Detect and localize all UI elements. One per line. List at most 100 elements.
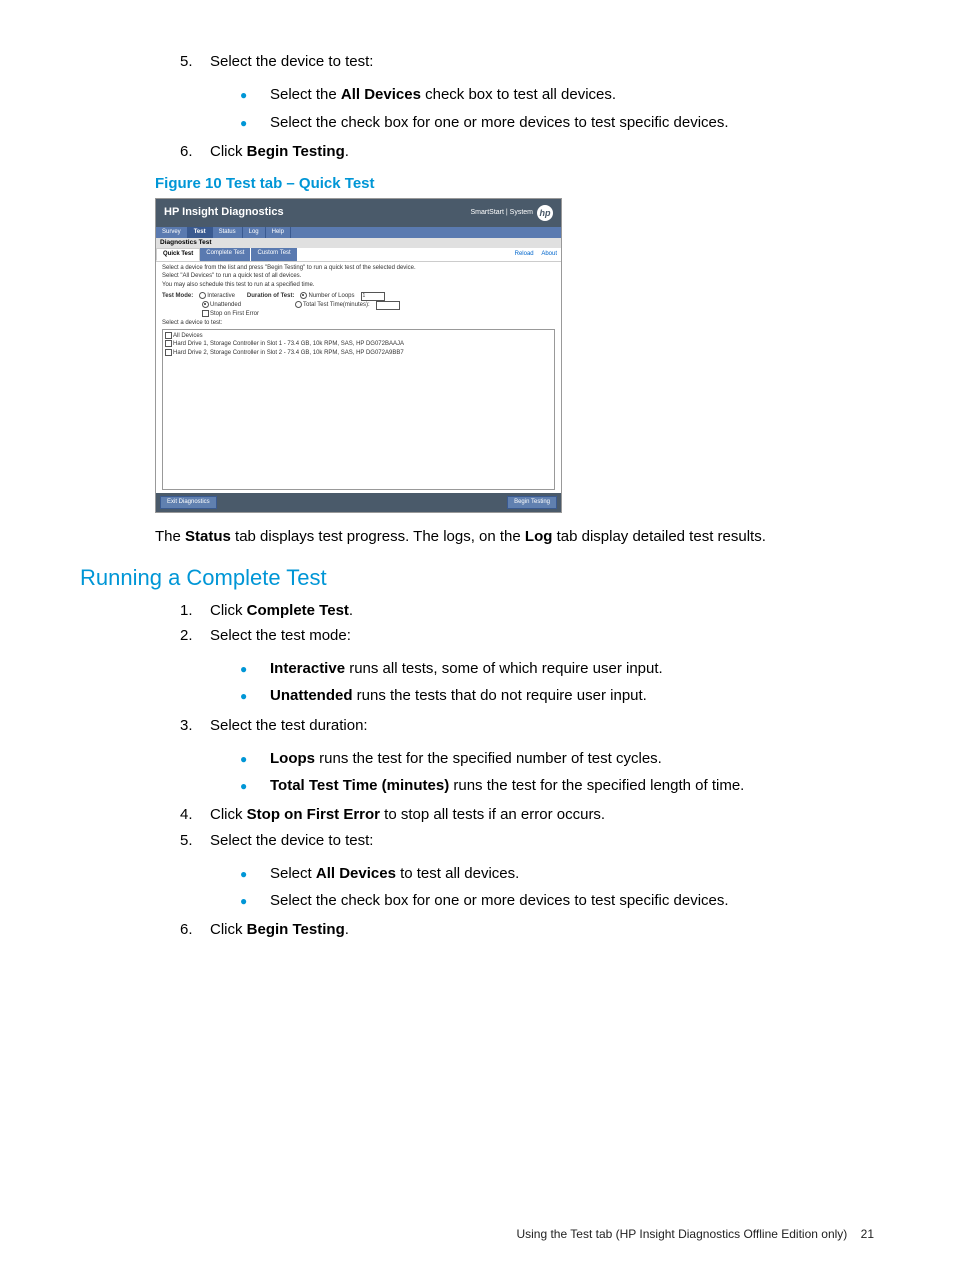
main-tabs: Survey Test Status Log Help — [156, 227, 561, 238]
tab-help[interactable]: Help — [266, 227, 291, 238]
bullet-icon: ● — [240, 889, 270, 912]
list-text: Select All Devices to test all devices. — [270, 862, 519, 885]
list-item: 1. Click Complete Test. — [180, 599, 874, 622]
bullet-icon: ● — [240, 862, 270, 885]
link-reload[interactable]: Reload — [515, 251, 534, 257]
list-item: ● Loops runs the test for the specified … — [240, 747, 874, 770]
list-item: ● Unattended runs the tests that do not … — [240, 684, 874, 707]
list-text: Select the check box for one or more dev… — [270, 111, 729, 134]
loops-input[interactable]: 1 — [361, 292, 385, 301]
tab-log[interactable]: Log — [243, 227, 266, 238]
list-item: ● Interactive runs all tests, some of wh… — [240, 657, 874, 680]
time-input[interactable] — [376, 301, 400, 310]
tab-test[interactable]: Test — [188, 227, 213, 238]
list-item: 3. Select the test duration: — [180, 714, 874, 737]
tab-status[interactable]: Status — [213, 227, 243, 238]
list-item: 2. Select the test mode: — [180, 624, 874, 647]
exit-diagnostics-button[interactable]: Exit Diagnostics — [160, 496, 217, 509]
link-about[interactable]: About — [541, 251, 557, 257]
list-item: ● Total Test Time (minutes) runs the tes… — [240, 774, 874, 797]
instruction-text: Select a device from the list and press … — [162, 265, 555, 272]
app-titlebar: HP Insight Diagnostics SmartStart | Syst… — [156, 199, 561, 227]
page-number: 21 — [861, 1227, 874, 1241]
instruction-text: You may also schedule this test to run a… — [162, 282, 555, 289]
list-item: ● Select All Devices to test all devices… — [240, 862, 874, 885]
list-text: Click Stop on First Error to stop all te… — [210, 803, 874, 826]
bullet-icon: ● — [240, 684, 270, 707]
bullet-icon: ● — [240, 747, 270, 770]
bullet-icon: ● — [240, 111, 270, 134]
corner-links: Reload About — [509, 251, 557, 258]
bullet-icon: ● — [240, 657, 270, 680]
section-label: Diagnostics Test — [156, 238, 561, 248]
list-text: Select the device to test: — [210, 50, 874, 73]
list-number: 4. — [180, 803, 210, 826]
list-text: Unattended runs the tests that do not re… — [270, 684, 647, 707]
duration-label: Duration of Test: — [247, 293, 295, 300]
ordered-list-top: 6. Click Begin Testing. — [80, 140, 874, 163]
list-text: Select the check box for one or more dev… — [270, 889, 729, 912]
section-heading: Running a Complete Test — [80, 565, 874, 591]
list-text: Click Complete Test. — [210, 599, 874, 622]
list-number: 5. — [180, 829, 210, 852]
list-item: ● Select the All Devices check box to te… — [240, 83, 874, 106]
radio-loops[interactable] — [300, 292, 307, 299]
header-links: SmartStart | System — [471, 209, 534, 217]
list-number: 2. — [180, 624, 210, 647]
list-number: 3. — [180, 714, 210, 737]
list-text: Loops runs the test for the specified nu… — [270, 747, 662, 770]
checkbox-device[interactable] — [165, 349, 172, 356]
subtab-complete-test[interactable]: Complete Test — [200, 248, 251, 261]
checkbox-device[interactable] — [165, 340, 172, 347]
list-number: 6. — [180, 918, 210, 941]
list-text: Select the test mode: — [210, 624, 874, 647]
ordered-list-top: 5. Select the device to test: — [80, 50, 874, 73]
list-item: 5. Select the device to test: — [180, 829, 874, 852]
list-text: Select the test duration: — [210, 714, 874, 737]
figure-caption: Figure 10 Test tab – Quick Test — [155, 175, 874, 192]
list-text: Select the device to test: — [210, 829, 874, 852]
ordered-list-bottom: 4. Click Stop on First Error to stop all… — [80, 803, 874, 852]
list-text: Interactive runs all tests, some of whic… — [270, 657, 663, 680]
bullet-icon: ● — [240, 83, 270, 106]
list-item: ● Select the check box for one or more d… — [240, 889, 874, 912]
begin-testing-button[interactable]: Begin Testing — [507, 496, 557, 509]
page-footer: Using the Test tab (HP Insight Diagnosti… — [516, 1227, 874, 1241]
checkbox-stop-on-error[interactable] — [202, 310, 209, 317]
list-text: Total Test Time (minutes) runs the test … — [270, 774, 744, 797]
subtab-custom-test[interactable]: Custom Test — [251, 248, 297, 261]
sub-tabs: Quick Test Complete Test Custom Test — [156, 248, 298, 261]
checkbox-device[interactable] — [165, 332, 172, 339]
test-mode-label: Test Mode: — [162, 293, 193, 300]
list-item: 5. Select the device to test: — [180, 50, 874, 73]
list-item: ● Select the check box for one or more d… — [240, 111, 874, 134]
bullet-list: ● Loops runs the test for the specified … — [80, 747, 874, 798]
list-number: 6. — [180, 140, 210, 163]
app-title: HP Insight Diagnostics — [164, 206, 284, 219]
list-text: Select the All Devices check box to test… — [270, 83, 616, 106]
bullet-list: ● Select the All Devices check box to te… — [80, 83, 874, 134]
list-item: 6. Click Begin Testing. — [180, 918, 874, 941]
list-number: 1. — [180, 599, 210, 622]
list-item: 6. Click Begin Testing. — [180, 140, 874, 163]
ordered-list-bottom: 3. Select the test duration: — [80, 714, 874, 737]
list-text: Click Begin Testing. — [210, 140, 874, 163]
device-list[interactable]: All Devices Hard Drive 1, Storage Contro… — [162, 329, 555, 490]
body-paragraph: The Status tab displays test progress. T… — [155, 525, 874, 548]
radio-unattended[interactable] — [202, 301, 209, 308]
ordered-list-bottom: 1. Click Complete Test. 2. Select the te… — [80, 599, 874, 648]
bullet-list: ● Interactive runs all tests, some of wh… — [80, 657, 874, 708]
bullet-icon: ● — [240, 774, 270, 797]
figure-screenshot: HP Insight Diagnostics SmartStart | Syst… — [155, 198, 562, 513]
instruction-text: Select "All Devices" to run a quick test… — [162, 273, 555, 280]
list-item: 4. Click Stop on First Error to stop all… — [180, 803, 874, 826]
hp-logo-icon: hp — [537, 205, 553, 221]
tab-survey[interactable]: Survey — [156, 227, 188, 238]
subtab-quick-test[interactable]: Quick Test — [156, 248, 200, 261]
bullet-list: ● Select All Devices to test all devices… — [80, 862, 874, 913]
list-number: 5. — [180, 50, 210, 73]
list-text: Click Begin Testing. — [210, 918, 874, 941]
radio-interactive[interactable] — [199, 292, 206, 299]
select-device-label: Select a device to test: — [162, 320, 555, 327]
radio-time[interactable] — [295, 301, 302, 308]
